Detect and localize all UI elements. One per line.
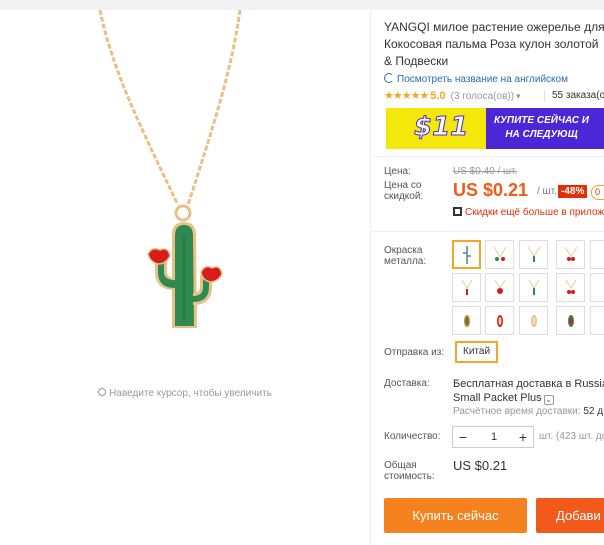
color-option-thumb[interactable] xyxy=(556,306,585,335)
color-option-thumb[interactable] xyxy=(519,306,548,335)
necklace-thumb-icon xyxy=(461,279,472,295)
banner-text: КУПИТЕ СЕЙЧАС И НА СЛЕДУЮЩ xyxy=(494,114,589,142)
chevron-down-icon[interactable]: ⌄ xyxy=(543,395,554,405)
title-line: & Подвески xyxy=(384,54,449,68)
coupon-badge[interactable]: 0 xyxy=(591,185,604,200)
color-option-thumb[interactable] xyxy=(590,306,604,335)
color-option-thumb[interactable] xyxy=(590,240,604,269)
color-option-thumb[interactable] xyxy=(452,306,481,335)
color-option-thumb[interactable] xyxy=(556,240,585,269)
color-option-thumb[interactable] xyxy=(519,240,548,269)
app-discount-link[interactable]: Скидки ещё больше в приложе xyxy=(453,206,604,218)
quantity-stepper[interactable]: − 1 + xyxy=(452,426,534,448)
quantity-increase-button[interactable]: + xyxy=(515,428,531,446)
color-option-thumb[interactable] xyxy=(485,273,514,302)
original-price: US $0.40 / шт. xyxy=(453,166,518,177)
delivery-method-name[interactable]: Small Packet Plus xyxy=(453,392,542,404)
product-gallery[interactable]: Наведите курсор, чтобы увеличить xyxy=(0,10,370,545)
zoom-hint: Наведите курсор, чтобы увеличить xyxy=(0,388,370,399)
color-option-thumb[interactable] xyxy=(590,273,604,302)
rating-votes[interactable]: (3 голоса(ов)) xyxy=(451,91,514,102)
necklace-thumb-icon xyxy=(530,314,537,327)
title-line: YANGQI милое растение ожерелье для xyxy=(384,20,604,34)
banner-line: КУПИТЕ СЕЙЧАС И xyxy=(494,115,589,126)
price-section: Цена: US $0.40 / шт. Цена со скидкой: US… xyxy=(371,156,604,228)
color-option-thumb[interactable] xyxy=(485,306,514,335)
necklace-thumb-icon xyxy=(528,279,539,295)
translate-link[interactable]: Посмотреть название на английском xyxy=(384,72,568,85)
discount-price: US $0.21 xyxy=(453,180,529,200)
translate-link-text[interactable]: Посмотреть название на английском xyxy=(397,74,568,85)
stock-info: шт. (423 шт. до xyxy=(539,431,604,442)
rating-row[interactable]: ★★★★★ 5.0 (3 голоса(ов)) ▾ xyxy=(384,89,521,102)
price-label: Цена: xyxy=(384,166,411,177)
chevron-down-icon[interactable]: ▾ xyxy=(516,91,521,101)
color-option-thumb[interactable] xyxy=(452,273,481,302)
promo-banner[interactable]: $11 КУПИТЕ СЕЙЧАС И НА СЛЕДУЮЩ xyxy=(386,108,604,149)
star-rating-icon: ★★★★★ xyxy=(384,90,429,102)
top-bar xyxy=(0,0,604,10)
delivery-info[interactable]: Бесплатная доставка в Russian Small Pack… xyxy=(453,377,604,405)
color-option-thumb[interactable] xyxy=(452,240,481,269)
necklace-thumb-icon xyxy=(493,246,506,261)
total-label: Общая стоимость: xyxy=(384,460,435,482)
app-discount-text[interactable]: Скидки ещё больше в приложе xyxy=(465,207,604,218)
necklace-thumb-icon xyxy=(494,279,505,294)
zoom-hint-text: Наведите курсор, чтобы увеличить xyxy=(109,388,272,399)
necklace-thumb-icon xyxy=(463,314,470,327)
necklace-thumb-icon xyxy=(527,246,540,262)
banner-amount: $11 xyxy=(413,112,469,143)
price-unit: / шт. xyxy=(537,186,557,197)
delivery-time-label: Расчётное время доставки: xyxy=(453,406,581,417)
color-option-label: Окраска металла: xyxy=(384,245,427,267)
ship-from-option[interactable]: Китай xyxy=(455,341,499,363)
necklace-thumb-icon xyxy=(565,279,576,294)
magnifier-icon xyxy=(98,388,107,396)
color-option-thumb[interactable] xyxy=(556,273,585,302)
delivery-time-value: 52 д xyxy=(583,406,604,417)
necklace-thumb-icon xyxy=(496,314,503,327)
delivery-method[interactable]: Бесплатная доставка в Russian xyxy=(453,377,604,391)
discount-price-label: Цена со скидкой: xyxy=(384,180,424,202)
product-info-panel: YANGQI милое растение ожерелье для Кокос… xyxy=(370,10,604,545)
quantity-label: Количество: xyxy=(384,431,441,442)
orders-count: 55 заказа(ов) xyxy=(544,90,604,101)
color-option-thumb[interactable] xyxy=(519,273,548,302)
delivery-label: Доставка: xyxy=(384,378,430,389)
product-title: YANGQI милое растение ожерелье для Кокос… xyxy=(384,19,604,70)
color-option-thumb[interactable] xyxy=(485,240,514,269)
title-line: Кокосовая пальма Роза кулон золотой xyxy=(384,37,599,51)
necklace-thumb-icon xyxy=(462,245,471,264)
discount-badge: -48% xyxy=(558,185,588,198)
necklace-thumb-icon xyxy=(567,314,574,327)
delivery-time: Расчётное время доставки: 52 д xyxy=(453,406,603,417)
quantity-decrease-button[interactable]: − xyxy=(455,428,471,446)
banner-line: НА СЛЕДУЮЩ xyxy=(505,129,578,140)
necklace-thumb-icon xyxy=(564,246,577,261)
ship-from-label: Отправка из: xyxy=(384,347,445,358)
add-to-cart-button[interactable]: Добави xyxy=(536,498,604,533)
translate-icon xyxy=(384,73,394,83)
total-price: US $0.21 xyxy=(453,458,508,473)
rating-score: 5.0 xyxy=(430,90,446,102)
quantity-input[interactable]: 1 xyxy=(475,431,513,443)
divider xyxy=(371,231,604,232)
buy-now-button[interactable]: Купить сейчас xyxy=(384,498,527,533)
product-image[interactable] xyxy=(0,10,370,370)
qr-code-icon xyxy=(453,207,462,216)
